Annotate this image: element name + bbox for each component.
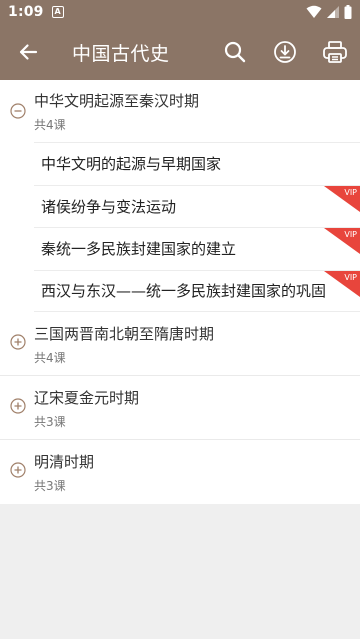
chapter-header[interactable]: 三国两晋南北朝至隋唐时期 共4课 <box>0 312 360 376</box>
lesson-item[interactable]: 秦统一多民族封建国家的建立 VIP <box>34 227 360 270</box>
signal-icon <box>327 6 339 18</box>
chapter-item: 明清时期 共3课 <box>0 440 360 504</box>
status-time: 1:09 <box>8 4 44 20</box>
plus-circle-icon[interactable] <box>10 398 26 414</box>
lesson-title: 秦统一多民族封建国家的建立 <box>41 240 237 259</box>
vip-badge: VIP <box>324 185 360 212</box>
plus-circle-icon[interactable] <box>10 334 26 350</box>
chapter-title: 明清时期 <box>34 453 95 471</box>
download-button[interactable] <box>260 24 310 80</box>
chapter-list: 中华文明起源至秦汉时期 共4课 中华文明的起源与早期国家 诸侯纷争与变法运动 V… <box>0 80 360 504</box>
plus-circle-icon[interactable] <box>10 462 26 478</box>
chapter-item: 辽宋夏金元时期 共3课 <box>0 376 360 440</box>
vip-badge-label: VIP <box>344 230 357 239</box>
search-button[interactable] <box>210 24 260 80</box>
download-icon <box>274 41 296 63</box>
chapter-lesson-count: 共4课 <box>34 351 66 365</box>
chapter-header[interactable]: 明清时期 共3课 <box>0 440 360 504</box>
wifi-icon <box>306 5 322 18</box>
lesson-item[interactable]: 诸侯纷争与变法运动 VIP <box>34 184 360 228</box>
status-bar: 1:09 A <box>0 0 360 24</box>
lesson-item[interactable]: 中华文明的起源与早期国家 <box>34 142 360 185</box>
chapter-title: 中华文明起源至秦汉时期 <box>34 92 200 110</box>
lesson-title: 中华文明的起源与早期国家 <box>41 155 222 174</box>
print-icon <box>323 41 347 63</box>
chapter-item: 中华文明起源至秦汉时期 共4课 中华文明的起源与早期国家 诸侯纷争与变法运动 V… <box>0 80 360 312</box>
vip-badge: VIP <box>324 228 360 254</box>
chapter-item: 三国两晋南北朝至隋唐时期 共4课 <box>0 312 360 376</box>
minus-circle-icon[interactable] <box>10 103 26 119</box>
page-title: 中国古代史 <box>72 42 170 65</box>
vip-badge-label: VIP <box>344 272 357 282</box>
vip-badge-label: VIP <box>344 187 357 197</box>
chapter-title: 三国两晋南北朝至隋唐时期 <box>34 325 215 343</box>
lesson-item[interactable]: 西汉与东汉——统一多民族封建国家的巩固 VIP <box>34 269 360 312</box>
chapter-lesson-count: 共3课 <box>34 479 66 493</box>
chapter-lesson-count: 共4课 <box>34 118 66 132</box>
back-button[interactable] <box>0 24 56 80</box>
app-notification-icon: A <box>51 6 64 18</box>
vip-badge: VIP <box>324 270 360 297</box>
battery-icon <box>344 5 352 19</box>
arrow-left-icon <box>19 44 38 60</box>
lesson-list: 中华文明的起源与早期国家 诸侯纷争与变法运动 VIP 秦统一多民族封建国家的建立… <box>0 142 360 312</box>
chapter-lesson-count: 共3课 <box>34 415 66 429</box>
app-bar: 中国古代史 <box>0 24 360 80</box>
chapter-title: 辽宋夏金元时期 <box>34 389 140 407</box>
chapter-header[interactable]: 辽宋夏金元时期 共3课 <box>0 376 360 440</box>
print-button[interactable] <box>310 24 360 80</box>
chapter-header[interactable]: 中华文明起源至秦汉时期 共4课 <box>0 80 360 142</box>
lesson-title: 诸侯纷争与变法运动 <box>41 197 177 216</box>
lesson-title: 西汉与东汉——统一多民族封建国家的巩固 <box>41 282 327 301</box>
search-icon <box>224 41 246 63</box>
